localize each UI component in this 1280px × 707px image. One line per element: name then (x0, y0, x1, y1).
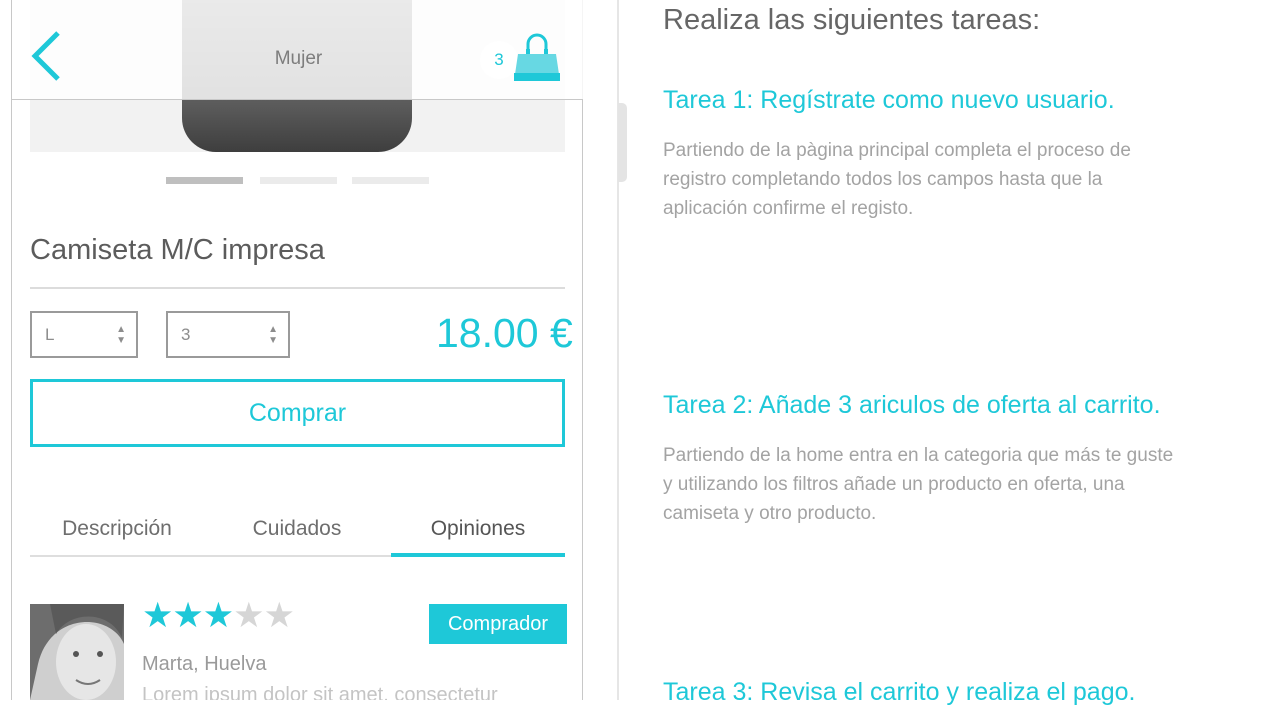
tab-cuidados[interactable]: Cuidados (208, 517, 386, 541)
star-icon: ★ (142, 596, 173, 635)
tab-descripcion[interactable]: Descripción (28, 517, 206, 541)
carousel-dot-3[interactable] (352, 177, 429, 184)
avatar (30, 604, 124, 700)
reviewer-name: Marta, Huelva (142, 653, 267, 675)
divider (30, 287, 565, 289)
task-2-description: Partiendo de la home entra en la categor… (663, 445, 1174, 524)
product-title: Camiseta M/C impresa (30, 234, 325, 266)
task-3-title: Tarea 3: Revisa el carrito y realiza el … (663, 678, 1136, 706)
instructions-heading: Realiza las siguientes tareas: (663, 4, 1041, 36)
product-screen: Mujer 3 Camiseta M/C impresa L ▲ ▼ 3 ▲ ▼ 1… (0, 0, 585, 700)
rating-stars: ★★★★★ (142, 596, 295, 636)
task-1-title: Tarea 1: Regístrate como nuevo usuario. (663, 86, 1115, 114)
active-tab-indicator (391, 553, 565, 557)
shopping-bag-icon[interactable] (512, 33, 562, 88)
size-select[interactable]: L ▲ ▼ (30, 311, 138, 358)
task-1-description: Partiendo de la pàgina principal complet… (663, 140, 1131, 219)
quantity-value: 3 (181, 325, 191, 344)
review-text: Lorem ipsum dolor sit amet, consectetur (142, 684, 498, 700)
star-icon: ★ (263, 596, 295, 635)
quantity-select[interactable]: 3 ▲ ▼ (166, 311, 290, 358)
up-down-arrows-icon: ▲ ▼ (116, 324, 126, 346)
buy-button[interactable]: Comprar (30, 379, 565, 447)
star-icon: ★ (202, 596, 234, 635)
size-value: L (45, 325, 55, 344)
up-down-arrows-icon: ▲ ▼ (268, 324, 278, 346)
tab-opiniones[interactable]: Opiniones (389, 517, 567, 541)
carousel-dot-2[interactable] (260, 177, 337, 184)
product-price: 18.00 € (436, 310, 573, 356)
carousel-dot-1[interactable] (166, 177, 243, 184)
scrollbar-handle[interactable] (618, 103, 627, 182)
buyer-badge: Comprador (429, 604, 567, 644)
star-icon: ★ (172, 596, 203, 635)
task-2-title: Tarea 2: Añade 3 ariculos de oferta al c… (663, 391, 1161, 419)
star-icon: ★ (233, 596, 264, 635)
